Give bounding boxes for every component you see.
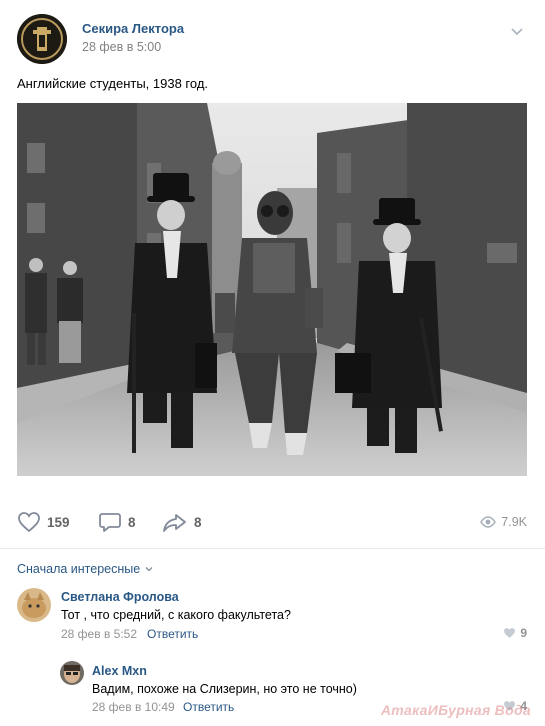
views-counter: 7.9K xyxy=(480,505,527,539)
community-avatar[interactable] xyxy=(17,14,67,64)
eye-icon xyxy=(480,516,497,528)
comments-sort-label: Сначала интересные xyxy=(17,562,141,576)
post-header: Секира Лектора 28 фев в 5:00 xyxy=(0,0,545,70)
comment-date[interactable]: 28 фев в 5:52 xyxy=(61,627,137,641)
comment-icon xyxy=(99,513,121,532)
comment-text: Вадим, похоже на Слизерин, но это не точ… xyxy=(92,682,357,696)
post-date[interactable]: 28 фев в 5:00 xyxy=(82,40,161,54)
post-photo[interactable] xyxy=(17,103,527,476)
watermark: АтакаИБурная Вода xyxy=(380,702,531,718)
like-count: 159 xyxy=(47,514,70,530)
comment-button[interactable]: 8 xyxy=(98,505,136,539)
comment-item: Светлана Фролова Тот , что средний, с ка… xyxy=(0,588,545,648)
comments-sort-dropdown[interactable]: Сначала интересные xyxy=(17,562,154,576)
comment-count: 8 xyxy=(128,514,136,530)
post-author-name[interactable]: Секира Лектора xyxy=(82,21,184,36)
comment-date[interactable]: 28 фев в 10:49 xyxy=(92,700,175,714)
post-text: Английские студенты, 1938 год. xyxy=(17,76,209,91)
comment-author[interactable]: Светлана Фролова xyxy=(61,590,179,604)
reply-button[interactable]: Ответить xyxy=(183,700,234,714)
reply-button[interactable]: Ответить xyxy=(147,627,198,641)
separator xyxy=(0,548,545,549)
heart-icon xyxy=(504,628,516,638)
chevron-down-icon[interactable] xyxy=(510,24,524,36)
share-icon xyxy=(163,514,186,532)
share-count: 8 xyxy=(194,514,202,530)
share-button[interactable]: 8 xyxy=(162,505,202,539)
commenter-avatar[interactable] xyxy=(60,661,84,685)
comment-author[interactable]: Alex Mxn xyxy=(92,664,147,678)
views-count: 7.9K xyxy=(501,515,527,529)
like-button[interactable]: 159 xyxy=(17,505,70,539)
comment-like-button[interactable]: 9 xyxy=(503,626,527,640)
comment-text: Тот , что средний, с какого факультета? xyxy=(61,608,291,622)
post-actions: 159 8 8 7.9K xyxy=(0,505,545,539)
heart-icon xyxy=(18,512,40,533)
comment-like-count: 9 xyxy=(520,626,527,640)
commenter-avatar[interactable] xyxy=(17,588,51,622)
chevron-down-icon xyxy=(145,567,153,572)
